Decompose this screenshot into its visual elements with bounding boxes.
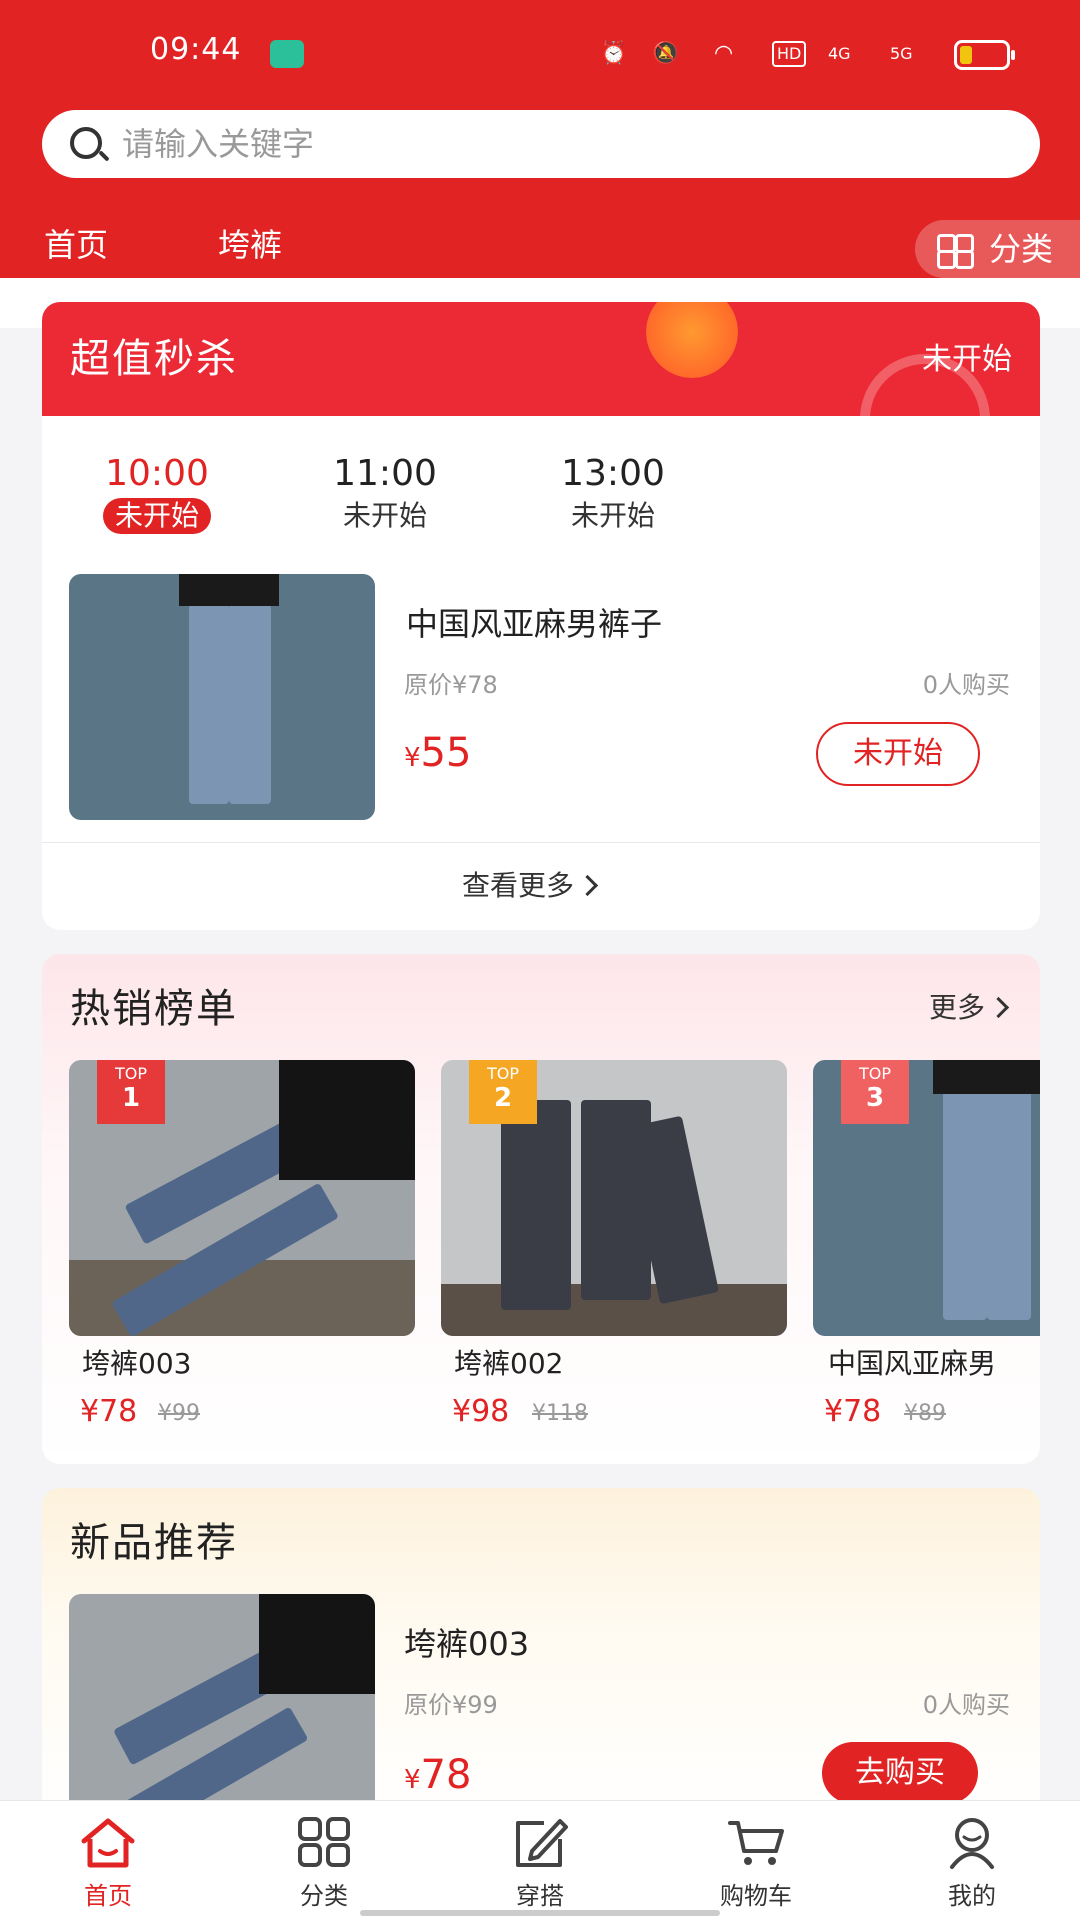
badge-top-text: TOP (858, 1064, 891, 1083)
price-value: 78 (420, 1752, 472, 1798)
badge-top-text: TOP (486, 1064, 519, 1083)
decor-sun (646, 302, 738, 378)
hot-item-name[interactable]: 垮裤003 (82, 1346, 412, 1382)
product-image[interactable] (69, 574, 375, 820)
signal-4g-icon: 4G (828, 44, 851, 63)
nav-tab-home[interactable]: 首页 (44, 225, 108, 265)
view-more-label: 查看更多 (462, 869, 575, 902)
bottom-tab-bar: 首页 分类 穿搭 购物车 我的 (0, 1800, 1080, 1921)
tab-label: 穿搭 (516, 1882, 564, 1910)
grid-icon (937, 234, 974, 269)
buy-button[interactable]: 去购买 (822, 1742, 978, 1804)
tab-outfit[interactable]: 穿搭 (432, 1801, 648, 1921)
mute-icon: 🔕 (652, 41, 680, 66)
product-image[interactable] (69, 1594, 375, 1818)
app-header: 09:44 ⏰ 🔕 ◠ HD 4G 5G 请输入关键字 首页 垮裤 分类 (0, 0, 1080, 278)
search-bar[interactable]: 请输入关键字 (42, 110, 1040, 178)
hot-list-card: 热销榜单 更多 TOP 1 垮裤003 ¥78 ¥99 TOP 2 垮裤002 … (42, 954, 1040, 1464)
category-button[interactable]: 分类 (915, 220, 1080, 278)
tab-label: 首页 (84, 1882, 132, 1910)
time-slot-1100[interactable]: 11:00 未开始 (315, 452, 455, 534)
category-label: 分类 (989, 230, 1054, 268)
hot-item-name[interactable]: 中国风亚麻男 (828, 1346, 1038, 1382)
hot-item-price: ¥78 (824, 1394, 882, 1429)
notification-app-icon (270, 40, 304, 68)
time-slot-1300[interactable]: 13:00 未开始 (543, 452, 683, 534)
sold-count: 0人购买 (922, 671, 1010, 699)
alarm-icon: ⏰ (600, 41, 628, 66)
cart-icon (728, 1821, 784, 1865)
not-started-button[interactable]: 未开始 (816, 722, 980, 786)
seckill-price: ¥55 (404, 728, 471, 786)
product-name[interactable]: 中国风亚麻男裤子 (406, 604, 662, 644)
new-products-card: 新品推荐 垮裤003 原价¥99 0人购买 ¥78 去购买 (42, 1488, 1040, 1818)
badge-rank: 1 (121, 1083, 141, 1113)
chevron-right-icon (576, 874, 599, 897)
user-icon (950, 1818, 994, 1869)
tab-profile[interactable]: 我的 (864, 1801, 1080, 1921)
status-bar: 09:44 ⏰ 🔕 ◠ HD 4G 5G (0, 0, 1080, 100)
divider (42, 842, 1040, 843)
tab-home[interactable]: 首页 (0, 1801, 216, 1921)
hd-icon: HD (772, 41, 807, 67)
search-icon (70, 127, 102, 159)
badge-top-text: TOP (114, 1064, 147, 1083)
slot-status: 未开始 (570, 499, 655, 532)
currency-symbol: ¥ (404, 1765, 421, 1795)
wifi-icon: ◠ (714, 41, 734, 66)
hot-more-link[interactable]: 更多 (928, 988, 1010, 1028)
search-placeholder[interactable]: 请输入关键字 (122, 124, 314, 164)
seckill-card: 超值秒杀 未开始 10:00 未开始 11:00 未开始 13:00 未开始 中… (42, 302, 1040, 930)
hot-item-old-price: ¥89 (904, 1401, 946, 1426)
seckill-title: 超值秒杀 (70, 336, 238, 382)
badge-rank: 3 (865, 1083, 885, 1113)
slot-status: 未开始 (342, 499, 427, 532)
new-products-title: 新品推荐 (70, 1520, 238, 1566)
more-label: 更多 (928, 991, 985, 1024)
tab-label: 分类 (300, 1882, 348, 1910)
signal-5g-icon: 5G (890, 44, 913, 63)
home-indicator[interactable] (360, 1910, 720, 1916)
currency-symbol: ¥ (404, 743, 421, 773)
tab-category[interactable]: 分类 (216, 1801, 432, 1921)
original-price: 原价¥78 (404, 671, 498, 699)
hot-item-price: ¥78 (80, 1394, 138, 1429)
sold-count: 0人购买 (922, 1691, 1010, 1719)
status-time: 09:44 (150, 32, 242, 67)
hot-item-image[interactable]: TOP 1 (69, 1060, 415, 1336)
edit-icon (516, 1819, 568, 1867)
hot-item-old-price: ¥118 (532, 1401, 588, 1426)
hot-item-image[interactable]: TOP 2 (441, 1060, 787, 1336)
chevron-right-icon (987, 996, 1010, 1019)
original-price: 原价¥99 (404, 1691, 498, 1719)
slot-time: 11:00 (333, 453, 437, 494)
price-value: 55 (420, 730, 472, 776)
product-name[interactable]: 垮裤003 (404, 1624, 529, 1664)
rank-badge: TOP 2 (469, 1060, 537, 1124)
seckill-status: 未开始 (922, 342, 1012, 377)
tab-cart[interactable]: 购物车 (648, 1801, 864, 1921)
slot-status: 未开始 (102, 498, 211, 534)
tab-label: 我的 (948, 1882, 996, 1910)
rank-badge: TOP 3 (841, 1060, 909, 1124)
seckill-header: 超值秒杀 未开始 (42, 302, 1040, 484)
nav-tab-baggy-pants[interactable]: 垮裤 (218, 225, 282, 265)
home-icon (81, 1818, 135, 1868)
slot-time: 13:00 (561, 453, 665, 494)
grid-icon (298, 1817, 350, 1867)
hot-item-name[interactable]: 垮裤002 (454, 1346, 784, 1382)
battery-icon (954, 40, 1015, 70)
hot-item-old-price: ¥99 (158, 1401, 200, 1426)
hot-list-title: 热销榜单 (70, 986, 238, 1032)
hot-item-image[interactable]: TOP 3 (813, 1060, 1040, 1336)
tab-label: 购物车 (720, 1882, 792, 1910)
view-more-link[interactable]: 查看更多 (462, 866, 599, 906)
time-slot-1000[interactable]: 10:00 未开始 (87, 452, 227, 534)
badge-rank: 2 (493, 1083, 513, 1113)
slot-time: 10:00 (105, 453, 209, 494)
rank-badge: TOP 1 (97, 1060, 165, 1124)
hot-item-price: ¥98 (452, 1394, 510, 1429)
